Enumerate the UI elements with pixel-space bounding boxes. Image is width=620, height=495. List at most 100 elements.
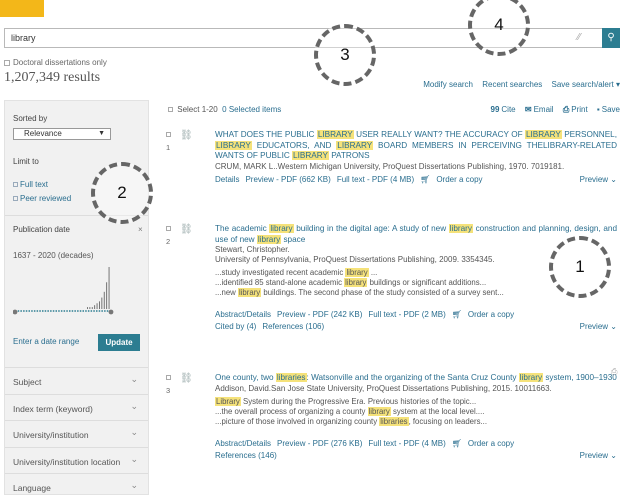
close-icon[interactable]: × [138, 225, 143, 234]
enter-date-range-link[interactable]: Enter a date range [13, 337, 79, 346]
preview-pdf-link[interactable]: Preview - PDF (662 KB) [245, 175, 330, 184]
histogram-bar [91, 307, 93, 309]
result-checkbox[interactable] [166, 375, 171, 380]
histogram-bar [99, 301, 100, 309]
preview-pdf-link[interactable]: Preview - PDF (276 KB) [277, 439, 362, 448]
result-checkbox[interactable] [166, 132, 171, 137]
email-icon: ✉ [524, 105, 532, 114]
order-copy-link[interactable]: Order a copy [468, 439, 514, 448]
references-link[interactable]: References (106) [262, 322, 324, 331]
facet-label: Subject [13, 377, 42, 387]
search-highlight: library [269, 224, 294, 233]
range-start-handle[interactable] [13, 309, 18, 315]
search-highlight: libraries [275, 373, 307, 382]
facet-language[interactable]: Language ⌄ [5, 473, 148, 495]
search-highlight: LIBRARY [524, 130, 562, 139]
details-link[interactable]: Details [215, 175, 239, 184]
preview-pdf-link[interactable]: Preview - PDF (242 KB) [277, 310, 362, 319]
text-part: ...new [215, 288, 238, 297]
search-button[interactable]: ⚲ [602, 28, 620, 48]
peer-reviewed-filter[interactable]: Peer reviewed [13, 194, 71, 203]
text-part: : Watsonville and the organizing of the … [306, 373, 519, 382]
print-icon: ⎙ [562, 105, 570, 114]
search-highlight: library [237, 288, 262, 297]
preview-toggle[interactable]: Preview ⌄ [580, 451, 617, 461]
checkbox[interactable] [13, 196, 18, 201]
result-number: 2 [166, 237, 171, 246]
brand-logo [0, 0, 44, 17]
search-highlight: library [367, 406, 391, 416]
text-part: buildings or significant additions... [367, 278, 487, 287]
full-text-filter[interactable]: Full text [13, 180, 48, 189]
order-copy-link[interactable]: Order a copy [436, 175, 482, 184]
chevron-down-icon: ⌄ [130, 427, 138, 437]
cite-button[interactable]: Cite [501, 105, 515, 114]
modify-search-link[interactable]: Modify search [423, 80, 473, 89]
selected-count[interactable]: 0 Selected items [222, 105, 281, 114]
histogram-bar [94, 305, 96, 309]
histogram-bar [106, 282, 108, 309]
save-search-alert-link[interactable]: Save search/alert ▾ [552, 80, 620, 89]
doctoral-only-label: Doctoral dissertations only [13, 58, 107, 67]
print-icon[interactable]: ⎙ [611, 367, 617, 377]
doctoral-only-filter[interactable]: Doctoral dissertations only [4, 58, 107, 67]
result-meta: Addison, David.San Jose State University… [215, 383, 552, 393]
chevron-down-icon: ⌄ [130, 374, 138, 384]
search-highlight: library [518, 373, 544, 382]
full-text-pdf-link[interactable]: Full text - PDF (4 MB) [368, 439, 445, 448]
result-links: Details Preview - PDF (662 KB) Full text -… [215, 175, 617, 185]
facet-university-institution-location[interactable]: University/institution location ⌄ [5, 447, 148, 473]
range-end-handle[interactable] [108, 309, 114, 315]
result-title[interactable]: WHAT DOES THE PUBLIC LIBRARY USER REALLY… [215, 130, 617, 162]
text-part: PATRONS [328, 151, 370, 160]
references-link[interactable]: References (146) [215, 451, 277, 460]
checkbox[interactable] [4, 60, 10, 66]
search-highlight: library [448, 224, 473, 233]
filters-sidebar: Sorted by Relevance ▼ Limit to Full text … [4, 100, 149, 495]
facet-index-term-keyword[interactable]: Index term (keyword) ⌄ [5, 394, 148, 420]
save-button[interactable]: Save [602, 105, 620, 114]
annotation-bubble-1: 1 [549, 236, 611, 298]
chevron-down-icon: ⌄ [130, 401, 138, 411]
sorted-by-label: Sorted by [13, 114, 48, 123]
checkbox[interactable] [13, 182, 18, 187]
facet-label: Index term (keyword) [13, 404, 93, 414]
result-body: WHAT DOES THE PUBLIC LIBRARY USER REALLY… [215, 130, 617, 185]
details-link[interactable]: Abstract/Details [215, 439, 271, 448]
recent-searches-link[interactable]: Recent searches [482, 80, 542, 89]
select-all-checkbox[interactable] [168, 107, 173, 112]
print-button[interactable]: Print [571, 105, 587, 114]
facet-label: Language [13, 483, 51, 493]
text-part: EDUCATORS, AND [251, 140, 337, 150]
full-text-pdf-link[interactable]: Full text - PDF (4 MB) [337, 175, 414, 184]
histogram-bar [108, 267, 110, 309]
resize-grip-icon: ⁄⁄ [577, 32, 581, 43]
result-checkbox[interactable] [166, 226, 171, 231]
quote-icon: 99 [490, 105, 500, 114]
publication-date-histogram[interactable] [13, 267, 141, 319]
full-text-pdf-link[interactable]: Full text - PDF (2 MB) [368, 310, 445, 319]
result-title[interactable]: The academic library building in the dig… [215, 224, 617, 245]
dropdown-caret-icon: ▼ [98, 130, 105, 137]
histogram-bar [89, 307, 91, 309]
result-links: Abstract/Details Preview - PDF (276 KB) Fu… [215, 439, 617, 449]
cited-by-link[interactable]: Cited by (4) [215, 322, 256, 331]
text-part: The academic [215, 224, 270, 233]
preview-toggle[interactable]: Preview ⌄ [580, 175, 617, 185]
search-highlight: libraries [379, 416, 409, 426]
facet-subject[interactable]: Subject ⌄ [5, 367, 148, 393]
facet-university-institution[interactable]: University/institution ⌄ [5, 420, 148, 446]
text-part: , focusing on leaders... [408, 416, 488, 426]
details-link[interactable]: Abstract/Details [215, 310, 271, 319]
text-part: USER REALLY WANT? THE ACCURACY OF [353, 130, 525, 139]
order-copy-link[interactable]: Order a copy [468, 310, 514, 319]
email-button[interactable]: Email [534, 105, 554, 114]
select-range[interactable]: Select 1-20 [177, 105, 217, 114]
histogram-bar [87, 307, 88, 309]
update-button[interactable]: Update [98, 334, 140, 351]
result-title[interactable]: One county, two libraries: Watsonville a… [215, 373, 617, 384]
preview-toggle[interactable]: Preview ⌄ [580, 322, 617, 332]
sort-select[interactable]: Relevance ▼ [13, 128, 111, 140]
text-part: system, 1900–1930 [543, 373, 617, 382]
result-links: Abstract/Details Preview - PDF (242 KB) Fu… [215, 310, 617, 320]
